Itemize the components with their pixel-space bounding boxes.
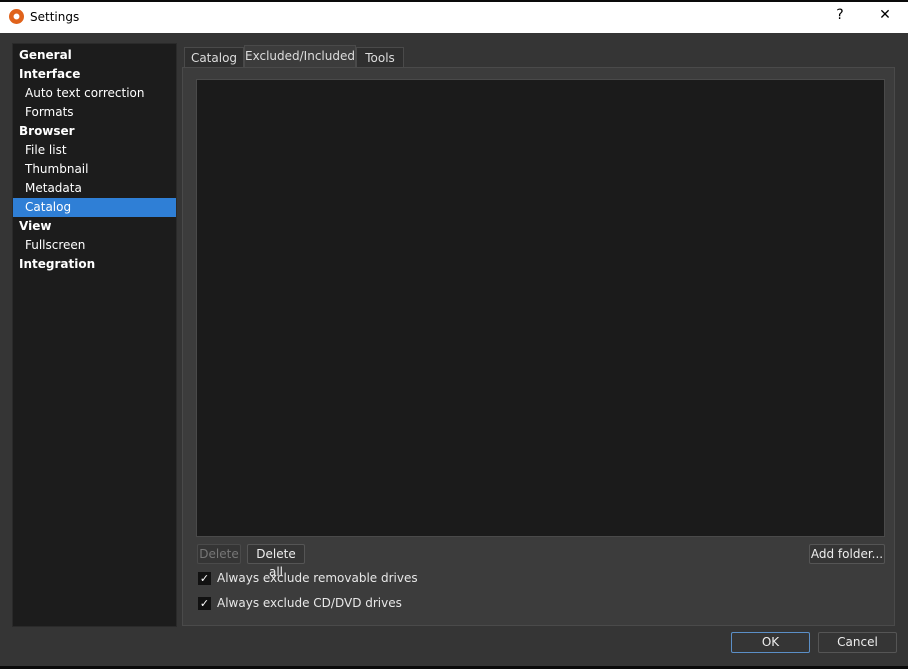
checkbox-label: Always exclude CD/DVD drives — [217, 596, 402, 610]
sidebar-item-file-list[interactable]: File list — [13, 141, 176, 160]
checkmark-icon[interactable]: ✓ — [198, 571, 211, 585]
exclude-removable-checkbox[interactable]: ✓ Always exclude removable drives — [198, 571, 418, 585]
settings-dialog: General Interface Auto text correction F… — [0, 33, 908, 666]
exclude-cd-dvd-checkbox[interactable]: ✓ Always exclude CD/DVD drives — [198, 596, 402, 610]
excluded-included-panel: Delete Delete all Add folder... ✓ Always… — [182, 67, 895, 626]
app-icon — [9, 9, 24, 24]
sidebar-item-interface[interactable]: Interface — [13, 65, 176, 84]
sidebar-item-thumbnail[interactable]: Thumbnail — [13, 160, 176, 179]
sidebar-item-formats[interactable]: Formats — [13, 103, 176, 122]
settings-nav: General Interface Auto text correction F… — [12, 43, 177, 627]
delete-all-button[interactable]: Delete all — [247, 544, 305, 579]
window-title: Settings — [30, 10, 80, 24]
cancel-button[interactable]: Cancel — [818, 632, 897, 653]
ok-button[interactable]: OK — [731, 632, 810, 653]
sidebar-item-view[interactable]: View — [13, 217, 176, 236]
title-bar: Settings ? ✕ — [0, 2, 908, 33]
tab-excluded-included[interactable]: Excluded/Included — [244, 45, 356, 69]
folder-list[interactable] — [196, 79, 885, 537]
checkbox-label: Always exclude removable drives — [217, 571, 418, 585]
sidebar-item-fullscreen[interactable]: Fullscreen — [13, 236, 176, 255]
tab-catalog[interactable]: Catalog — [184, 47, 244, 69]
sidebar-item-catalog[interactable]: Catalog — [13, 198, 176, 217]
sidebar-item-general[interactable]: General — [13, 46, 176, 65]
sidebar-item-metadata[interactable]: Metadata — [13, 179, 176, 198]
sidebar-item-integration[interactable]: Integration — [13, 255, 176, 274]
delete-button[interactable]: Delete — [197, 544, 241, 564]
tab-tools[interactable]: Tools — [356, 47, 404, 69]
close-button[interactable]: ✕ — [870, 7, 900, 23]
add-folder-button[interactable]: Add folder... — [809, 544, 885, 564]
sidebar-item-auto-text-correction[interactable]: Auto text correction — [13, 84, 176, 103]
checkmark-icon[interactable]: ✓ — [198, 596, 211, 610]
help-button[interactable]: ? — [825, 7, 855, 23]
sidebar-item-browser[interactable]: Browser — [13, 122, 176, 141]
